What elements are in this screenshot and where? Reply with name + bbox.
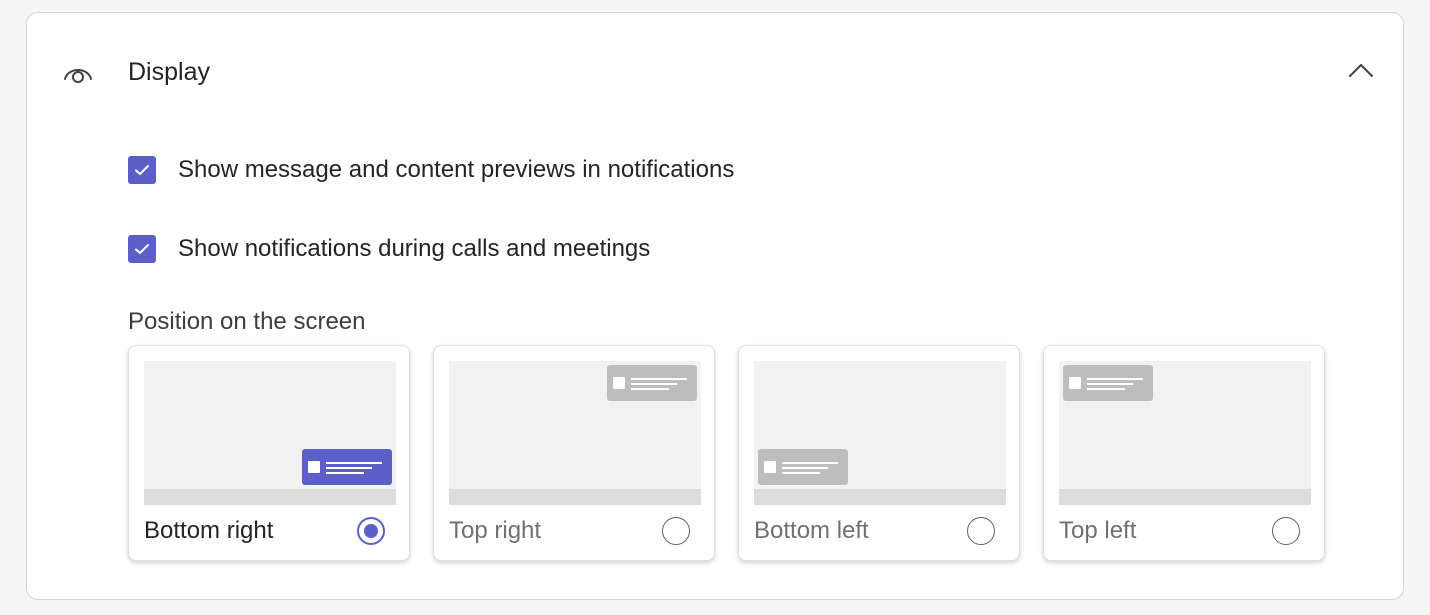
collapse-button[interactable] (1347, 59, 1375, 83)
option-label: Bottom left (754, 517, 869, 544)
message-previews-checkbox-row[interactable]: Show message and content previews in not… (128, 155, 734, 185)
radio-top-right[interactable] (662, 517, 690, 545)
checkmark-icon (135, 244, 149, 254)
position-option-top-left[interactable]: Top left (1043, 345, 1325, 561)
taskbar-preview (449, 489, 701, 505)
toast-preview-icon (758, 449, 848, 485)
screen-preview (449, 361, 701, 505)
checkmark-icon (135, 165, 149, 175)
position-label: Position on the screen (128, 308, 366, 335)
taskbar-preview (754, 489, 1006, 505)
radio-top-left[interactable] (1272, 517, 1300, 545)
screen-preview (1059, 361, 1311, 505)
screen-preview (754, 361, 1006, 505)
calls-meetings-label: Show notifications during calls and meet… (178, 235, 651, 262)
position-option-top-right[interactable]: Top right (433, 345, 715, 561)
toast-preview-icon (607, 365, 697, 401)
radio-bottom-left[interactable] (967, 517, 995, 545)
message-previews-label: Show message and content previews in not… (178, 156, 735, 183)
position-option-bottom-left[interactable]: Bottom left (738, 345, 1020, 561)
display-settings-panel: Display Show message and content preview… (26, 12, 1404, 600)
chevron-up-icon (1349, 64, 1373, 77)
calls-meetings-checkbox[interactable] (128, 235, 156, 263)
option-label: Top right (449, 517, 542, 544)
section-title: Display (128, 58, 210, 86)
position-option-bottom-right[interactable]: Bottom right (128, 345, 410, 561)
eye-icon (63, 60, 93, 86)
message-previews-checkbox[interactable] (128, 156, 156, 184)
toast-preview-icon (302, 449, 392, 485)
option-label: Bottom right (144, 517, 274, 544)
option-label: Top left (1059, 517, 1137, 544)
screen-preview (144, 361, 396, 505)
calls-meetings-checkbox-row[interactable]: Show notifications during calls and meet… (128, 234, 650, 264)
radio-bottom-right[interactable] (357, 517, 385, 545)
toast-preview-icon (1063, 365, 1153, 401)
taskbar-preview (1059, 489, 1311, 505)
taskbar-preview (144, 489, 396, 505)
